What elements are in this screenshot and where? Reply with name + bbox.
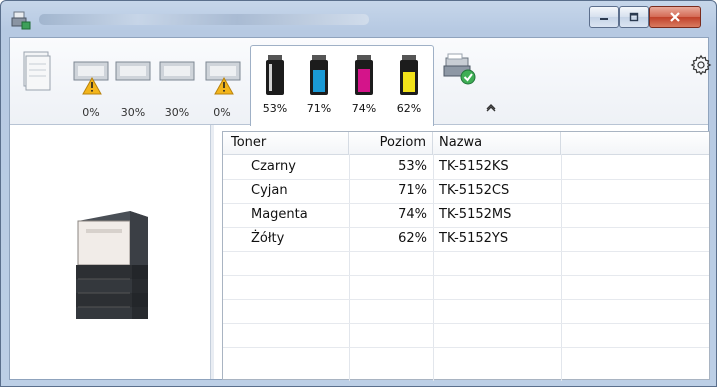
level-cell: 62% bbox=[398, 231, 427, 246]
level-cell: 71% bbox=[398, 183, 427, 198]
column-header-name[interactable]: Nazwa bbox=[433, 132, 561, 154]
title-bar[interactable] bbox=[1, 1, 716, 37]
column-header-empty[interactable] bbox=[561, 132, 709, 154]
paper-tray-4-icon bbox=[205, 61, 241, 95]
window-title-blurred bbox=[39, 14, 369, 25]
printer-image bbox=[76, 211, 148, 319]
close-icon bbox=[670, 12, 680, 22]
toner-cell: Żółty bbox=[251, 231, 285, 246]
close-button[interactable] bbox=[649, 6, 701, 28]
toner-yellow-percent: 62% bbox=[396, 102, 422, 115]
table-row-empty bbox=[223, 251, 709, 276]
table-row[interactable]: Czarny 53% TK-5152KS bbox=[223, 155, 709, 180]
name-cell: TK-5152CS bbox=[439, 183, 510, 198]
toner-tab[interactable]: 53% 71% 74% 62% bbox=[250, 45, 434, 126]
client-area: 0% 30% 30% 0% 53% 71% 74% 62% Toner Pozi… bbox=[9, 37, 712, 381]
toner-cell: Czarny bbox=[251, 159, 296, 174]
tray-3-percent: 30% bbox=[164, 106, 190, 119]
level-cell: 74% bbox=[398, 207, 427, 222]
paper-tray-1-icon bbox=[73, 61, 109, 95]
table-row-empty bbox=[223, 323, 709, 348]
level-cell: 53% bbox=[398, 159, 427, 174]
minimize-button[interactable] bbox=[589, 6, 619, 28]
name-cell: TK-5152MS bbox=[439, 207, 512, 222]
paper-tray-group[interactable]: 0% 30% 30% 0% bbox=[16, 44, 248, 119]
paper-tray-3-icon bbox=[159, 61, 195, 81]
toner-cell: Cyjan bbox=[251, 183, 288, 198]
gear-icon[interactable] bbox=[690, 54, 712, 76]
maximize-icon bbox=[629, 12, 639, 22]
toner-black-percent: 53% bbox=[262, 102, 288, 115]
table-row[interactable]: Żółty 62% TK-5152YS bbox=[223, 227, 709, 252]
table-row[interactable]: Magenta 74% TK-5152MS bbox=[223, 203, 709, 228]
toner-table: Toner Poziom Nazwa Czarny 53% TK-5152KS … bbox=[222, 131, 710, 381]
toner-magenta-percent: 74% bbox=[351, 102, 377, 115]
toner-cell: Magenta bbox=[251, 207, 308, 222]
table-row-empty bbox=[223, 275, 709, 300]
tray-1-percent: 0% bbox=[82, 106, 100, 119]
toner-magenta-icon bbox=[355, 55, 373, 95]
column-header-level[interactable]: Poziom bbox=[349, 132, 433, 154]
printer-app-icon bbox=[11, 11, 31, 30]
app-window: 0% 30% 30% 0% 53% 71% 74% 62% Toner Pozi… bbox=[0, 0, 717, 387]
minimize-icon bbox=[600, 18, 608, 20]
paper-tray-2-icon bbox=[115, 61, 151, 81]
name-cell: TK-5152YS bbox=[439, 231, 509, 246]
pane-splitter[interactable] bbox=[210, 125, 214, 379]
table-row-empty bbox=[223, 347, 709, 371]
device-status-icon[interactable] bbox=[442, 52, 478, 86]
table-row-empty bbox=[223, 299, 709, 324]
tray-2-percent: 30% bbox=[120, 106, 146, 119]
paper-stack-icon bbox=[23, 51, 51, 91]
tray-4-percent: 0% bbox=[213, 106, 231, 119]
toner-cyan-percent: 71% bbox=[306, 102, 332, 115]
toner-cyan-icon bbox=[310, 55, 328, 95]
table-row[interactable]: Cyjan 71% TK-5152CS bbox=[223, 179, 709, 204]
name-cell: TK-5152KS bbox=[439, 159, 509, 174]
printer-preview-pane bbox=[10, 125, 210, 379]
table-header: Toner Poziom Nazwa bbox=[223, 132, 709, 155]
status-toolbar: 0% 30% 30% 0% 53% 71% 74% 62% bbox=[10, 38, 712, 126]
chevron-up-icon[interactable] bbox=[485, 102, 497, 112]
toner-yellow-icon bbox=[400, 55, 418, 95]
column-header-toner[interactable]: Toner bbox=[223, 132, 349, 154]
maximize-button[interactable] bbox=[619, 6, 649, 28]
toner-black-icon bbox=[266, 55, 284, 95]
